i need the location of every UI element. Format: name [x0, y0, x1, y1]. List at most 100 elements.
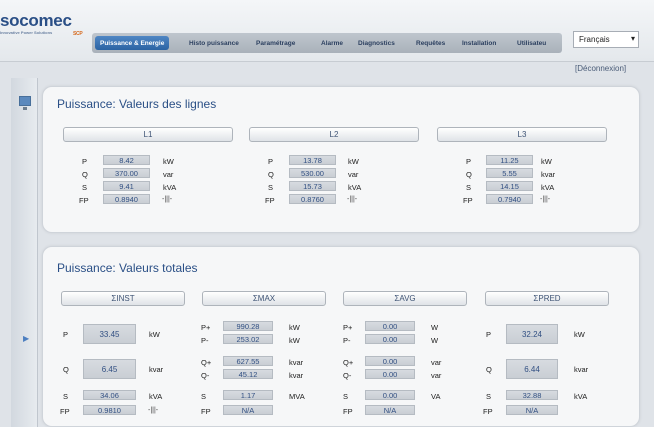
- pred-s-unit: kVA: [574, 392, 588, 401]
- l1-q-value: 370.00: [103, 168, 150, 178]
- l2-s-label: S: [268, 183, 274, 192]
- l2-q-unit: var: [348, 170, 359, 179]
- avg-qm-label: Q-: [343, 371, 352, 380]
- lines-panel: Puissance: Valeurs des lignes L1 P 8.42 …: [42, 86, 640, 233]
- inst-fp-label: FP: [60, 407, 70, 416]
- max-qm-unit: kvar: [289, 371, 304, 380]
- avg-pp-unit: W: [431, 323, 439, 332]
- l1-s-label: S: [82, 183, 88, 192]
- max-s-label: S: [201, 392, 207, 401]
- max-fp-label: FP: [201, 407, 211, 416]
- max-qm-label: Q-: [201, 371, 210, 380]
- inst-p-unit: kW: [149, 330, 160, 339]
- top-bar: socomec Innovative Power Solutions SCP P…: [0, 0, 654, 62]
- max-pp-label: P+: [201, 323, 211, 332]
- nav-parametrage[interactable]: Paramétrage: [256, 36, 295, 50]
- totals-panel-title: Puissance: Valeurs totales: [57, 261, 198, 275]
- avg-qm-unit: var: [431, 371, 442, 380]
- avg-qp-value: 0.00: [365, 356, 415, 366]
- l3-fp-value: 0.7940: [486, 194, 533, 204]
- nav-installation[interactable]: Installation: [462, 36, 496, 50]
- language-select[interactable]: Français ▾: [573, 31, 639, 48]
- inst-p-label: P: [63, 330, 69, 339]
- avg-pm-value: 0.00: [365, 334, 415, 344]
- pred-fp-label: FP: [483, 407, 493, 416]
- l3-q-label: Q: [466, 170, 472, 179]
- l3-s-unit: kVA: [541, 183, 555, 192]
- max-s-value: 1.17: [223, 390, 273, 400]
- l1-p-value: 8.42: [103, 155, 150, 165]
- avg-pm-unit: W: [431, 336, 439, 345]
- l3-q-unit: kvar: [541, 170, 556, 179]
- nav-alarme[interactable]: Alarme: [321, 36, 343, 50]
- l2-s-value: 15.73: [289, 181, 336, 191]
- pred-p-value: 32.24: [506, 324, 558, 344]
- inst-s-value: 34.06: [83, 390, 136, 400]
- nav-puissance-energie[interactable]: Puissance & Energie: [95, 36, 170, 50]
- left-sidebar: ▶: [11, 78, 38, 427]
- inst-s-label: S: [63, 392, 69, 401]
- nav-requetes[interactable]: Requêtes: [416, 36, 445, 50]
- l3-p-unit: kW: [541, 157, 552, 166]
- pred-p-unit: kW: [574, 330, 585, 339]
- l1-fp-label: FP: [79, 196, 89, 205]
- pred-q-label: Q: [486, 365, 492, 374]
- inst-fp-value: 0.9810: [83, 405, 136, 415]
- l3-s-value: 14.15: [486, 181, 533, 191]
- l1-fp-value: 0.8940: [103, 194, 150, 204]
- inst-s-unit: kVA: [149, 392, 163, 401]
- l3-p-label: P: [466, 157, 472, 166]
- pred-fp-value: N/A: [506, 405, 558, 415]
- pred-s-label: S: [486, 392, 492, 401]
- pred-q-value: 6.44: [506, 359, 558, 379]
- l2-s-unit: kVA: [348, 183, 362, 192]
- brand-scp: SCP: [73, 31, 83, 37]
- l1-q-label: Q: [82, 170, 88, 179]
- sum-pred-button[interactable]: ΣPRED: [485, 291, 609, 306]
- avg-pm-label: P-: [343, 336, 351, 345]
- avg-fp-value: N/A: [365, 405, 415, 415]
- l1-p-unit: kW: [163, 157, 174, 166]
- pred-p-label: P: [486, 330, 492, 339]
- l2-q-value: 530.00: [289, 168, 336, 178]
- avg-pp-value: 0.00: [365, 321, 415, 331]
- nav-diagnostics[interactable]: Diagnostics: [358, 36, 395, 50]
- power-factor-icon: -|||-: [148, 407, 159, 414]
- totals-panel: Puissance: Valeurs totales ΣINST ΣMAX ΣA…: [42, 246, 640, 427]
- nav-utilisateur[interactable]: Utilisateu: [517, 36, 546, 50]
- max-qp-unit: kvar: [289, 358, 304, 367]
- inst-q-value: 6.45: [83, 359, 136, 379]
- inst-q-unit: kvar: [149, 365, 164, 374]
- l3-p-value: 11.25: [486, 155, 533, 165]
- monitor-icon[interactable]: [19, 96, 31, 110]
- avg-fp-label: FP: [343, 407, 353, 416]
- l2-button[interactable]: L2: [249, 127, 419, 142]
- lines-panel-title: Puissance: Valeurs des lignes: [57, 97, 217, 111]
- l3-button[interactable]: L3: [437, 127, 607, 142]
- inst-q-label: Q: [63, 365, 69, 374]
- socomec-logo: socomec Innovative Power Solutions SCP: [0, 11, 83, 37]
- max-fp-value: N/A: [223, 405, 273, 415]
- max-qp-value: 627.55: [223, 356, 273, 366]
- logout-link[interactable]: [Déconnexion]: [575, 64, 626, 73]
- pred-q-unit: kvar: [574, 365, 589, 374]
- language-value: Français: [579, 35, 610, 44]
- max-pm-value: 253.02: [223, 334, 273, 344]
- avg-qp-label: Q+: [343, 358, 354, 367]
- inst-p-value: 33.45: [83, 324, 136, 344]
- l1-button[interactable]: L1: [63, 127, 233, 142]
- sum-avg-button[interactable]: ΣAVG: [343, 291, 467, 306]
- power-factor-icon: -|||-: [162, 196, 173, 203]
- avg-qm-value: 0.00: [365, 369, 415, 379]
- expand-arrow-icon[interactable]: ▶: [23, 334, 29, 343]
- avg-qp-unit: var: [431, 358, 442, 367]
- pred-s-value: 32.88: [506, 390, 558, 400]
- sum-max-button[interactable]: ΣMAX: [202, 291, 326, 306]
- max-pm-unit: kW: [289, 336, 300, 345]
- nav-histo-puissance[interactable]: Histo puissance: [189, 36, 239, 50]
- l2-p-label: P: [268, 157, 274, 166]
- l3-fp-label: FP: [463, 196, 473, 205]
- brand-name: socomec: [0, 11, 72, 30]
- power-factor-icon: -|||-: [347, 196, 358, 203]
- sum-inst-button[interactable]: ΣINST: [61, 291, 185, 306]
